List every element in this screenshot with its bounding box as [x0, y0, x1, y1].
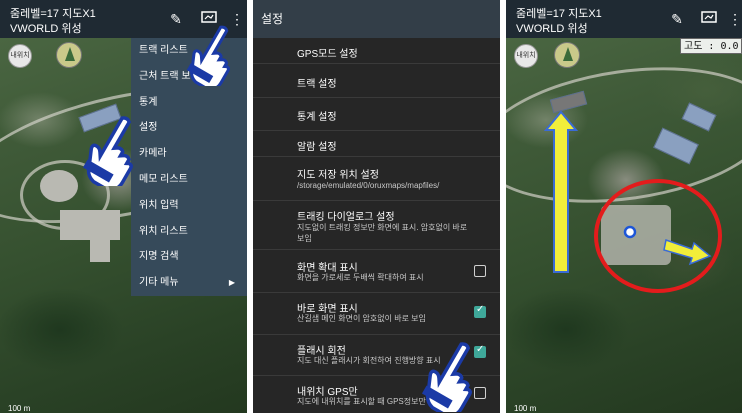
menu-item-label: 통계	[139, 96, 158, 108]
my-location-button[interactable]: 내위치	[8, 44, 32, 68]
menu-item-label: 트랙 리스트	[139, 45, 188, 56]
hand-pointer-icon	[186, 25, 230, 86]
arrow-right-annotation	[663, 239, 712, 266]
map-scale-text: 100 m	[514, 404, 537, 413]
menu-item-label: 위치 리스트	[139, 225, 188, 237]
settings-row-title: 트래킹 다이얼로그 설정	[297, 212, 395, 223]
menu-item-place-search[interactable]: 지명 검색	[131, 244, 247, 270]
menu-item-more[interactable]: 기타 메뉴 ▶	[131, 270, 247, 296]
compass-icon[interactable]	[56, 42, 82, 68]
settings-row-title: 통계 설정	[297, 112, 337, 123]
settings-header: 설정	[253, 0, 500, 38]
settings-row-screen-zoom[interactable]: 화면 확대 표시 화면을 가로세로 두배씩 확대하여 표시	[253, 250, 500, 293]
settings-row-title: 트랙 설정	[297, 79, 337, 90]
map-scale-text: 100 m	[8, 404, 31, 413]
menu-item-label: 지명 검색	[139, 251, 179, 263]
menu-item-label: 메모 리스트	[139, 173, 188, 185]
pencil-icon[interactable]: ✎	[167, 10, 185, 28]
map-building	[90, 240, 110, 262]
menu-item-label: 기타 메뉴	[139, 277, 179, 289]
hand-pointer-icon	[421, 342, 472, 412]
menu-item-statistics[interactable]: 통계	[131, 90, 247, 116]
settings-row-subtitle: 지도없이 트래킹 정보만 화면에 표시. 암호없이 바로 보임	[297, 223, 468, 243]
map-building	[40, 170, 78, 202]
map-screen-flash-rotate: 줌레벨=17 지도X1 VWORLD 위성 ✎ ⋮ 고도 : 0.0 m 내위치…	[506, 0, 742, 413]
settings-row-tracking-dialog[interactable]: 트래킹 다이얼로그 설정 지도없이 트래킹 정보만 화면에 표시. 암호없이 바…	[253, 201, 500, 250]
settings-row-statistics[interactable]: 통계 설정	[253, 98, 500, 131]
menu-item-label: 위치 입력	[139, 199, 179, 211]
map-source-text: VWORLD 위성	[10, 23, 82, 35]
settings-row-subtitle: 산길샘 메인 화면이 암호없이 바로 보임	[297, 314, 426, 323]
settings-row-title: 알람 설정	[297, 142, 337, 153]
menu-item-memo-list[interactable]: 메모 리스트	[131, 167, 247, 193]
settings-row-subtitle: 화면을 가로세로 두배씩 확대하여 표시	[297, 273, 424, 282]
settings-row-gps-mode[interactable]: GPS모드 설정	[253, 38, 500, 64]
settings-row-title: 지도 저장 위치 설정	[297, 170, 379, 181]
settings-row-subtitle: /storage/emulated/0/oruxmaps/mapfiles/	[297, 181, 440, 190]
current-location-marker	[623, 225, 637, 239]
settings-screen: 설정 GPS모드 설정 트랙 설정 통계 설정 알람 설정 지도 저장 위치 설…	[253, 0, 500, 413]
arrow-up-annotation	[543, 110, 579, 273]
settings-row-alarm[interactable]: 알람 설정	[253, 131, 500, 157]
map-screen-with-menu: 줌레벨=17 지도X1 VWORLD 위성 ✎ ⋮ 내위치 트랙 리스트 근처 …	[0, 0, 247, 413]
zoom-level-text: 줌레벨=17 지도X1	[10, 8, 96, 20]
settings-row-map-storage[interactable]: 지도 저장 위치 설정 /storage/emulated/0/oruxmaps…	[253, 157, 500, 201]
menu-item-label: 카메라	[139, 148, 167, 160]
screen-zoom-checkbox[interactable]	[474, 265, 486, 277]
direct-screen-checkbox[interactable]	[474, 304, 486, 318]
menu-item-settings[interactable]: 설정	[131, 115, 247, 141]
settings-row-title: GPS모드 설정	[297, 49, 358, 60]
annotation-overlay	[543, 110, 722, 293]
menu-item-location-input[interactable]: 위치 입력	[131, 193, 247, 219]
map-building	[60, 210, 120, 240]
hand-pointer-icon	[82, 116, 133, 186]
settings-row-track[interactable]: 트랙 설정	[253, 64, 500, 98]
menu-item-location-list[interactable]: 위치 리스트	[131, 219, 247, 245]
highlight-circle	[594, 179, 722, 293]
menu-item-label: 설정	[139, 122, 158, 134]
settings-row-direct-screen[interactable]: 바로 화면 표시 산길샘 메인 화면이 암호없이 바로 보임	[253, 293, 500, 335]
submenu-arrow-icon: ▶	[228, 278, 235, 288]
menu-item-camera[interactable]: 카메라	[131, 141, 247, 167]
